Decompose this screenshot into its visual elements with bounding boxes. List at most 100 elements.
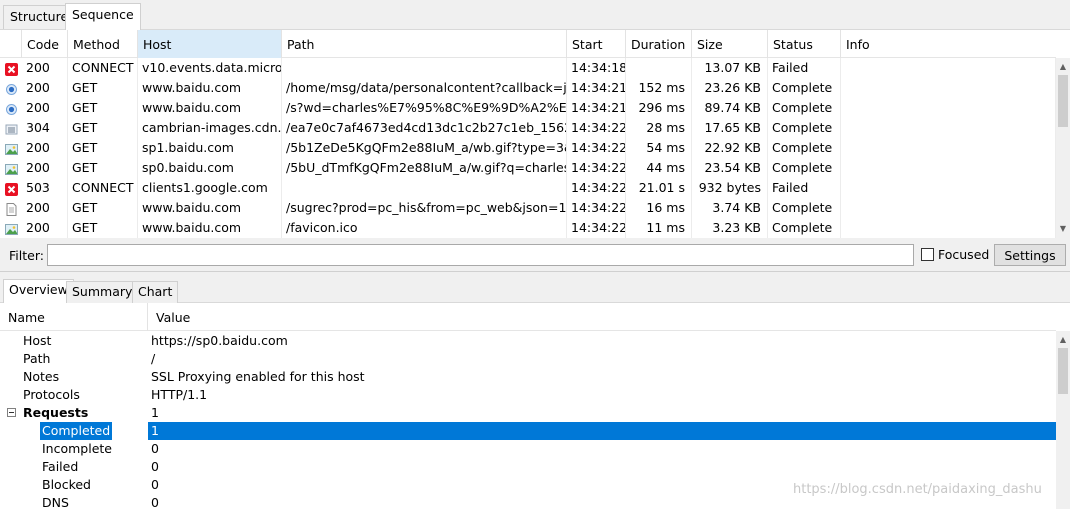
- overview-name: Blocked: [42, 477, 91, 492]
- cell-code: 200: [22, 138, 68, 158]
- header-method[interactable]: Method: [68, 30, 138, 58]
- cell-code: 304: [22, 118, 68, 138]
- focused-label: Focused: [938, 247, 990, 262]
- cell-start: 14:34:18: [567, 58, 626, 78]
- cell-code: 200: [22, 78, 68, 98]
- cell-start: 14:34:22: [567, 158, 626, 178]
- overview-value: /: [151, 351, 156, 366]
- table-row[interactable]: 200 CONNECT v10.events.data.micro... 14:34:…: [0, 58, 1056, 78]
- header-icon-column[interactable]: [0, 30, 22, 58]
- table-row[interactable]: 200 GET www.baidu.com/home/msg/data/person…: [0, 78, 1056, 98]
- table-row[interactable]: 200 GET www.baidu.com/s?wd=charles%E7%95%8…: [0, 98, 1056, 118]
- table-row[interactable]: 200 GET www.baidu.com/favicon.ico 14:34:22 1…: [0, 218, 1056, 238]
- header-value[interactable]: Value: [148, 303, 1056, 331]
- cell-info: [841, 98, 1056, 118]
- cell-status: Complete: [768, 138, 841, 158]
- cell-size: 89.74 KB: [692, 98, 768, 118]
- scroll-up-arrow-icon[interactable]: ▲: [1056, 333, 1070, 347]
- tab-sequence[interactable]: Sequence: [65, 3, 141, 30]
- settings-button[interactable]: Settings: [994, 244, 1066, 266]
- table-row[interactable]: 200 GET sp1.baidu.com/5b1ZeDe5KgQFm2e88IuM…: [0, 138, 1056, 158]
- overview-row[interactable]: Incomplete 0: [0, 440, 1056, 458]
- overview-value: 1: [151, 405, 159, 420]
- cell-duration: 296 ms: [626, 98, 692, 118]
- cell-host: sp0.baidu.com: [138, 158, 282, 178]
- header-size[interactable]: Size: [692, 30, 768, 58]
- header-host[interactable]: Host: [138, 30, 282, 58]
- table-row[interactable]: 304 GET cambrian-images.cdn.../ea7e0c7af46…: [0, 118, 1056, 138]
- error-x-icon: [5, 62, 18, 76]
- overview-name: Host: [23, 333, 52, 348]
- tab-summary[interactable]: Summary: [66, 281, 139, 303]
- scroll-down-arrow-icon[interactable]: ▼: [1056, 222, 1070, 236]
- table-row[interactable]: 200 GET www.baidu.com/sugrec?prod=pc_his&f…: [0, 198, 1056, 218]
- cell-info: [841, 138, 1056, 158]
- cell-size: 3.23 KB: [692, 218, 768, 238]
- cell-info: [841, 218, 1056, 238]
- cell-size: 17.65 KB: [692, 118, 768, 138]
- header-start[interactable]: Start: [567, 30, 626, 58]
- overview-row[interactable]: Completed 1: [0, 422, 1056, 440]
- table-row[interactable]: 503 CONNECT clients1.google.com 14:34:22 21.…: [0, 178, 1056, 198]
- overview-scrollbar[interactable]: ▲: [1056, 331, 1070, 509]
- cell-path: /favicon.ico: [282, 218, 567, 238]
- overview-name: Completed: [40, 422, 113, 440]
- panel-splitter[interactable]: [0, 271, 1070, 277]
- cell-path: /home/msg/data/personalcontent?callback=…: [282, 78, 567, 98]
- overview-row[interactable]: Path /: [0, 350, 1056, 368]
- cell-info: [841, 158, 1056, 178]
- overview-value: 1: [151, 423, 159, 438]
- filter-input[interactable]: [47, 244, 914, 266]
- cell-method: GET: [68, 78, 138, 98]
- cell-duration: 28 ms: [626, 118, 692, 138]
- cell-size: 932 bytes: [692, 178, 768, 198]
- cell-size: 13.07 KB: [692, 58, 768, 78]
- header-status[interactable]: Status: [768, 30, 841, 58]
- scrollbar-thumb[interactable]: [1058, 75, 1068, 127]
- overview-row[interactable]: Protocols HTTP/1.1: [0, 386, 1056, 404]
- image-icon: [5, 222, 18, 235]
- header-name[interactable]: Name: [0, 303, 148, 331]
- overview-row[interactable]: Host https://sp0.baidu.com: [0, 332, 1056, 350]
- cell-start: 14:34:22: [567, 178, 626, 198]
- table-header: Code Method Host Path Start Duration Siz…: [0, 30, 1056, 58]
- overview-row[interactable]: Requests 1: [0, 404, 1056, 422]
- overview-name: Path: [23, 351, 51, 366]
- image-icon: [5, 142, 18, 155]
- collapse-minus-icon[interactable]: [7, 408, 16, 417]
- scrollbar-thumb[interactable]: [1058, 348, 1068, 394]
- overview-row[interactable]: Failed 0: [0, 458, 1056, 476]
- filter-bar: Filter: Focused Settings: [0, 239, 1070, 271]
- cell-start: 14:34:22: [567, 218, 626, 238]
- cell-duration: 44 ms: [626, 158, 692, 178]
- filter-label: Filter:: [9, 248, 44, 263]
- table-row[interactable]: 200 GET sp0.baidu.com/5bU_dTmfKgQFm2e88IuM…: [0, 158, 1056, 178]
- tab-overview[interactable]: Overview: [3, 279, 74, 304]
- overview-row[interactable]: Notes SSL Proxying enabled for this host: [0, 368, 1056, 386]
- overview-name: DNS: [42, 495, 69, 509]
- cell-duration: 16 ms: [626, 198, 692, 218]
- cell-path: /ea7e0c7af4673ed4cd13dc1c2b27c1eb_15629.…: [282, 118, 567, 138]
- cell-info: [841, 118, 1056, 138]
- header-path[interactable]: Path: [282, 30, 567, 58]
- cell-path: [282, 58, 567, 78]
- lines-icon: [5, 122, 18, 135]
- sequence-scrollbar[interactable]: ▲ ▼: [1056, 58, 1070, 238]
- header-info[interactable]: Info: [841, 30, 1056, 58]
- overview-panel: Name Value Host https://sp0.baidu.com Path…: [0, 303, 1070, 509]
- header-duration[interactable]: Duration: [626, 30, 692, 58]
- cell-start: 14:34:22: [567, 118, 626, 138]
- detail-tab-bar: Overview Summary Chart: [0, 279, 1070, 304]
- header-code[interactable]: Code: [22, 30, 68, 58]
- cell-host: v10.events.data.micro...: [138, 58, 282, 78]
- document-icon: [5, 202, 18, 216]
- scroll-up-arrow-icon[interactable]: ▲: [1056, 60, 1070, 74]
- checkbox-box[interactable]: [921, 248, 934, 261]
- cell-size: 3.74 KB: [692, 198, 768, 218]
- cell-start: 14:34:22: [567, 198, 626, 218]
- tab-chart[interactable]: Chart: [132, 281, 179, 303]
- cell-status: Complete: [768, 98, 841, 118]
- cell-code: 200: [22, 218, 68, 238]
- cell-status: Complete: [768, 118, 841, 138]
- cell-path: [282, 178, 567, 198]
